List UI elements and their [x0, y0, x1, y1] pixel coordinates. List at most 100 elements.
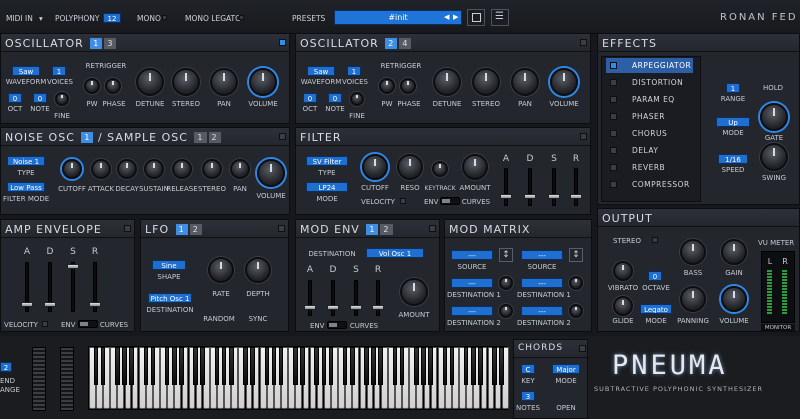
- osc1-pw-knob[interactable]: [84, 78, 100, 94]
- modenv-r-slider[interactable]: [376, 280, 380, 316]
- piano-black-key[interactable]: [100, 347, 106, 385]
- polyphony-value[interactable]: 12: [103, 13, 121, 23]
- osc1-voices-value[interactable]: 1: [52, 66, 66, 76]
- phaser-toggle[interactable]: [610, 113, 617, 120]
- output-mode-value[interactable]: Legato: [640, 304, 672, 314]
- arp-swing-knob[interactable]: [760, 143, 788, 171]
- arp-gate-knob[interactable]: [760, 103, 788, 131]
- lfo-destination-value[interactable]: Pitch Osc 1: [148, 293, 192, 303]
- osc1-volume-knob[interactable]: [249, 68, 277, 96]
- piano-black-key[interactable]: [179, 347, 184, 385]
- osc1-enable-toggle[interactable]: [279, 39, 286, 46]
- piano-black-key[interactable]: [442, 347, 448, 385]
- effect-item-compressor[interactable]: COMPRESSOR: [606, 177, 693, 193]
- piano-black-key[interactable]: [122, 347, 127, 385]
- piano-black-key[interactable]: [221, 347, 227, 385]
- compressor-toggle[interactable]: [610, 181, 617, 188]
- piano-black-key[interactable]: [172, 347, 177, 385]
- osc2-volume-knob[interactable]: [550, 68, 578, 96]
- matrix-source-1-value[interactable]: ---: [451, 250, 493, 260]
- piano-black-key[interactable]: [93, 347, 99, 385]
- filter-env-s-slider[interactable]: [552, 168, 556, 206]
- piano-black-key[interactable]: [264, 347, 270, 385]
- lfo-enable-toggle[interactable]: [278, 225, 285, 232]
- piano-black-key[interactable]: [200, 347, 206, 385]
- osc2-pw-knob[interactable]: [379, 78, 395, 94]
- osc1-pan-knob[interactable]: [210, 68, 238, 96]
- sample-tab-1[interactable]: 1: [194, 132, 207, 143]
- piano-black-key[interactable]: [115, 347, 120, 385]
- effect-item-delay[interactable]: DELAY: [606, 143, 693, 159]
- lfo-shape-value[interactable]: Sine: [152, 260, 186, 270]
- mono-toggle[interactable]: [162, 15, 167, 20]
- noise-pan-knob[interactable]: [230, 159, 250, 179]
- osc1-tab-1[interactable]: 1: [90, 38, 103, 49]
- matrix-dest1-b-knob[interactable]: [569, 276, 583, 290]
- piano-black-key[interactable]: [228, 347, 234, 385]
- modenv-d-slider[interactable]: [331, 280, 335, 316]
- chorus-toggle[interactable]: [610, 130, 617, 137]
- filter-velocity-toggle[interactable]: [400, 198, 406, 204]
- piano-black-key[interactable]: [392, 347, 398, 385]
- filter-env-d-handle[interactable]: [524, 194, 536, 199]
- noise-volume-knob[interactable]: [257, 159, 285, 187]
- osc1-waveform-value[interactable]: Saw: [12, 66, 40, 76]
- effect-item-chorus[interactable]: CHORUS: [606, 126, 693, 142]
- modenv-tab-2[interactable]: 2: [380, 224, 393, 235]
- preset-next-icon[interactable]: ▶: [453, 13, 458, 21]
- piano-black-key[interactable]: [150, 347, 156, 385]
- osc2-tab-2[interactable]: 2: [385, 38, 398, 49]
- chords-enable-toggle[interactable]: [579, 345, 586, 352]
- chords-key-value[interactable]: C: [521, 364, 535, 374]
- filter-curves-switch[interactable]: [440, 197, 460, 205]
- chords-notes-value[interactable]: 3: [521, 391, 535, 401]
- modenv-s-handle[interactable]: [350, 305, 362, 310]
- lfo-rate-knob[interactable]: [208, 257, 234, 283]
- filter-amount-knob[interactable]: [462, 154, 488, 180]
- modenv-a-slider[interactable]: [308, 280, 312, 316]
- matrix-dest2-a-knob[interactable]: [499, 304, 513, 318]
- output-vibrato-knob[interactable]: [613, 261, 633, 281]
- piano-black-key[interactable]: [378, 347, 384, 385]
- noise-release-knob[interactable]: [172, 159, 192, 179]
- filter-env-r-handle[interactable]: [570, 194, 582, 199]
- piano-black-key[interactable]: [271, 347, 277, 385]
- midi-in-arrow-icon[interactable]: ▾: [39, 14, 43, 23]
- piano-black-key[interactable]: [428, 347, 433, 385]
- osc1-fine-knob[interactable]: [55, 92, 69, 106]
- sample-tab-2[interactable]: 2: [208, 132, 221, 143]
- filter-env-a-slider[interactable]: [504, 168, 508, 206]
- matrix-source-1-button[interactable]: ↕: [499, 248, 513, 262]
- effect-item-phaser[interactable]: PHASER: [606, 109, 693, 125]
- piano-black-key[interactable]: [499, 347, 505, 385]
- output-octave-value[interactable]: 0: [648, 271, 662, 281]
- osc1-phase-knob[interactable]: [105, 78, 121, 94]
- piano-black-key[interactable]: [129, 347, 134, 385]
- osc2-fine-knob[interactable]: [350, 92, 364, 106]
- piano-black-key[interactable]: [143, 347, 149, 385]
- piano-black-key[interactable]: [250, 347, 255, 385]
- piano-black-key[interactable]: [463, 347, 469, 385]
- matrix-dest1-a-value[interactable]: ---: [451, 278, 493, 288]
- piano-black-key[interactable]: [193, 347, 198, 385]
- osc1-tab-3[interactable]: 3: [104, 38, 117, 49]
- piano-black-key[interactable]: [214, 347, 220, 385]
- piano-keyboard[interactable]: [88, 346, 509, 410]
- noise-stereo-knob[interactable]: [202, 159, 222, 179]
- mod-wheel[interactable]: [60, 347, 74, 411]
- filter-reso-knob[interactable]: [397, 154, 423, 180]
- piano-black-key[interactable]: [492, 347, 497, 385]
- osc2-voices-value[interactable]: 1: [347, 66, 361, 76]
- osc1-detune-knob[interactable]: [136, 68, 164, 96]
- amp-curves-switch[interactable]: [78, 320, 98, 328]
- matrix-source-2-value[interactable]: ---: [521, 250, 563, 260]
- piano-black-key[interactable]: [321, 347, 327, 385]
- filter-mode-value[interactable]: LP24: [306, 182, 348, 192]
- modenv-r-handle[interactable]: [372, 305, 384, 310]
- matrix-source-2-button[interactable]: ↕: [569, 248, 583, 262]
- matrix-dest1-b-value[interactable]: ---: [521, 278, 563, 288]
- lfo-tab-2[interactable]: 2: [189, 224, 202, 235]
- effect-item-param-eq[interactable]: PARAM EQ: [606, 92, 693, 108]
- modenv-amount-knob[interactable]: [400, 278, 428, 306]
- osc2-enable-toggle[interactable]: [580, 39, 587, 46]
